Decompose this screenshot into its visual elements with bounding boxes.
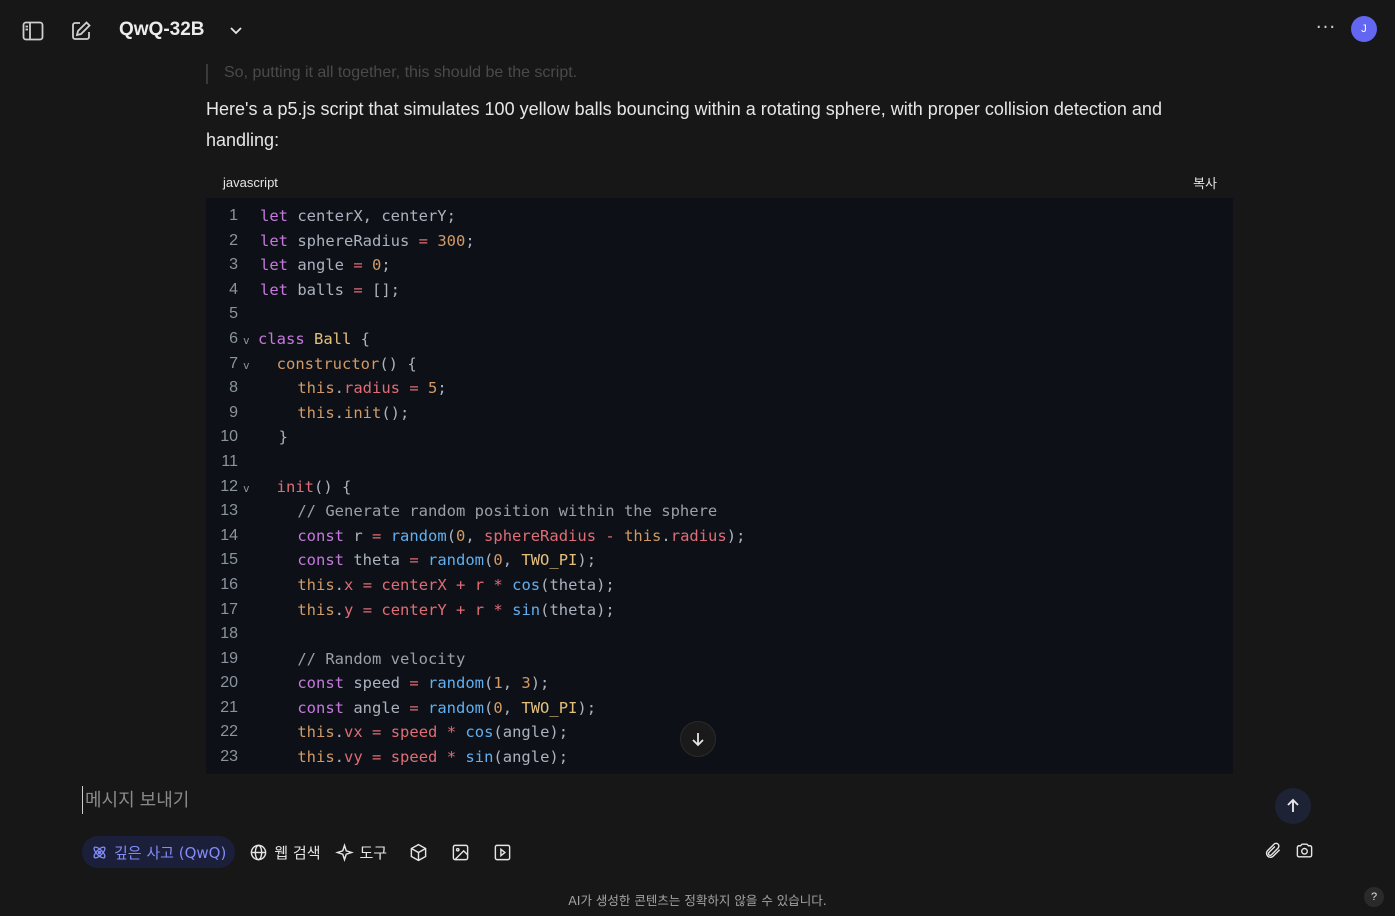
fold-chevron-icon[interactable]: v [243,329,250,354]
sparkle-icon [334,842,354,862]
cube-icon [410,843,426,861]
arrow-up-icon [1287,798,1299,812]
chat-area: So, putting it all together, this should… [0,62,1395,774]
code-block-header: javascript 복사 [206,166,1233,198]
deep-think-toggle[interactable]: 깊은 사고 (QwQ) [82,836,236,868]
code-line: 4 let balls = []; [229,280,400,299]
code-line: 11 [221,452,238,470]
code-line: 15 const theta = random(0, TWO_PI); [220,551,597,570]
ai-disclaimer: AI가 생성한 콘텐츠는 정확하지 않을 수 있습니다. [568,893,827,908]
deep-think-label: 깊은 사고 (QwQ) [114,843,227,862]
sidebar-icon [22,21,44,41]
code-line: 1 let centerX, centerY; [229,207,456,225]
top-bar: QwQ-32B ··· J [0,0,1395,62]
code-line: 6 v class Ball { [206,327,1233,352]
tools-button[interactable]: 도구 [334,836,388,868]
avatar[interactable]: J [1351,16,1377,42]
code-line: 9 this.init(); [229,403,410,422]
model-selector-label[interactable]: QwQ-32B [119,17,205,43]
code-body: 1 let centerX, centerY; 2 let sphereRadius… [206,198,1233,774]
image-button[interactable] [449,841,471,863]
sidebar-toggle-button[interactable] [19,17,47,45]
code-line: 2 let sphereRadius = 300; [229,231,475,250]
new-chat-button[interactable] [67,17,95,45]
camera-button[interactable] [1294,840,1314,860]
cube-button[interactable] [407,841,429,863]
scroll-to-bottom-button[interactable] [680,721,716,757]
code-line: 12 v init() { [206,475,1233,500]
video-button[interactable] [491,841,513,863]
fold-chevron-icon[interactable]: v [243,477,250,502]
thinking-text: So, putting it all together, this should… [206,64,577,84]
code-line: 14 const r = random(0, sphereRadius - th… [220,526,746,545]
code-line: 10 } [220,428,288,447]
edit-icon [72,21,91,40]
code-line: 21 const angle = random(0, TWO_PI); [220,698,597,717]
web-search-button[interactable]: 웹 검색 [249,836,321,868]
code-line: 8 this.radius = 5; [229,379,447,398]
camera-icon [1296,842,1312,858]
code-line: 18 [220,625,238,643]
image-icon [452,844,468,860]
composer-right-tools [1262,840,1314,860]
copy-button[interactable]: 복사 [1193,173,1217,192]
assistant-message: Here's a p5.js script that simulates 100… [206,99,1162,150]
code-line: 19 // Random velocity [220,649,466,668]
message-input[interactable] [82,786,1232,814]
paperclip-icon [1265,842,1280,858]
fold-chevron-icon[interactable]: v [243,354,250,379]
code-line: 23 this.vy = speed * sin(angle); [220,748,569,767]
more-options-icon[interactable]: ··· [1314,18,1338,42]
attach-button[interactable] [1262,840,1282,860]
tools-label: 도구 [359,843,388,862]
code-line: 5 [229,305,238,323]
help-button[interactable]: ? [1364,887,1384,907]
atom-icon [93,845,106,859]
video-icon [494,844,510,860]
code-line: 17 this.y = centerY + r * sin(theta); [220,600,615,619]
arrow-down-icon [692,733,704,747]
code-line: 16 this.x = centerX + r * cos(theta); [220,575,615,594]
code-line: 20 const speed = random(1, 3); [220,674,550,693]
code-line: 3 let angle = 0; [229,256,391,275]
composer-toolbar: 깊은 사고 (QwQ) 웹 검색 도구 [82,836,513,868]
code-line: 13 // Generate random position within th… [220,502,718,521]
send-button[interactable] [1275,788,1311,824]
code-line: 7v constructor() { [206,352,1233,377]
message-composer: 깊은 사고 (QwQ) 웹 검색 도구 [68,774,1328,876]
globe-icon [250,844,267,860]
code-language-label: javascript [223,174,278,190]
code-line: 22 this.vx = speed * cos(angle); [220,723,569,742]
code-block: javascript 복사 1 let centerX, centerY; 2 le… [206,166,1233,774]
web-search-label: 웹 검색 [274,843,321,862]
chevron-down-icon[interactable] [226,20,246,40]
